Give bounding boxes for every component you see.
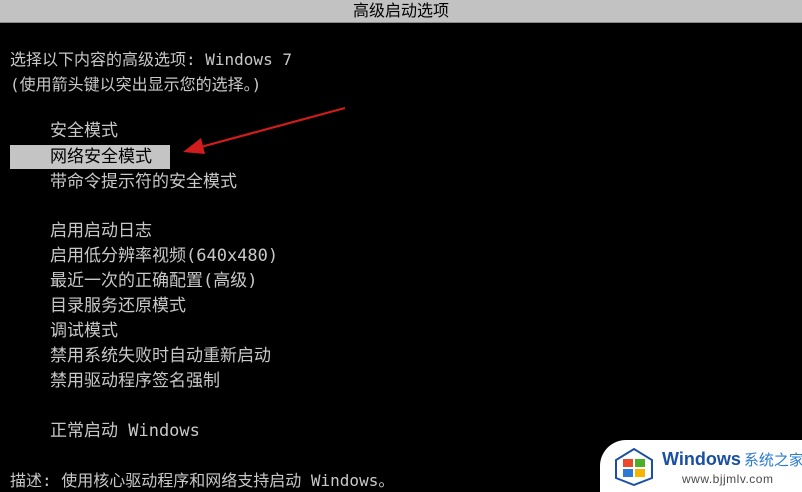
menu-item-disable-driver-signature[interactable]: 禁用驱动程序签名强制 [50,369,220,393]
option-description: 描述: 使用核心驱动程序和网络支持启动 Windows。 [10,471,395,490]
menu-item-safe-mode[interactable]: 安全模式 [50,119,118,143]
watermark-badge: Windows 系统之家 www.bjjmlv.com [600,440,802,492]
menu-item-disable-auto-restart[interactable]: 禁用系统失败时自动重新启动 [50,344,271,368]
window-title: 高级启动选项 [0,0,802,23]
menu-item-start-normally[interactable]: 正常启动 Windows [50,419,200,443]
intro-line-2: (使用箭头键以突出显示您的选择。) [10,75,262,94]
menu-item-debugging-mode[interactable]: 调试模式 [50,319,118,343]
intro-line-1: 选择以下内容的高级选项: Windows 7 [10,50,292,69]
watermark-url: www.bjjmlv.com [682,472,774,486]
menu-item-boot-logging[interactable]: 启用启动日志 [50,219,152,243]
menu-item-directory-services-restore[interactable]: 目录服务还原模式 [50,294,186,318]
watermark-title: Windows 系统之家 [662,449,802,469]
watermark-title-accent: 系统之家 [743,452,802,469]
red-arrow-icon [183,106,346,154]
menu-item-last-known-good[interactable]: 最近一次的正确配置(高级) [50,269,257,293]
menu-item-safe-mode-command-prompt[interactable]: 带命令提示符的安全模式 [50,170,237,194]
boot-options-screen: 高级启动选项 选择以下内容的高级选项: Windows 7 (使用箭头键以突出显… [0,0,802,492]
menu-item-low-resolution-video[interactable]: 启用低分辨率视频(640x480) [50,244,278,268]
menu-item-safe-mode-networking[interactable]: 网络安全模式 [10,145,170,169]
windows-logo-icon [615,448,653,486]
